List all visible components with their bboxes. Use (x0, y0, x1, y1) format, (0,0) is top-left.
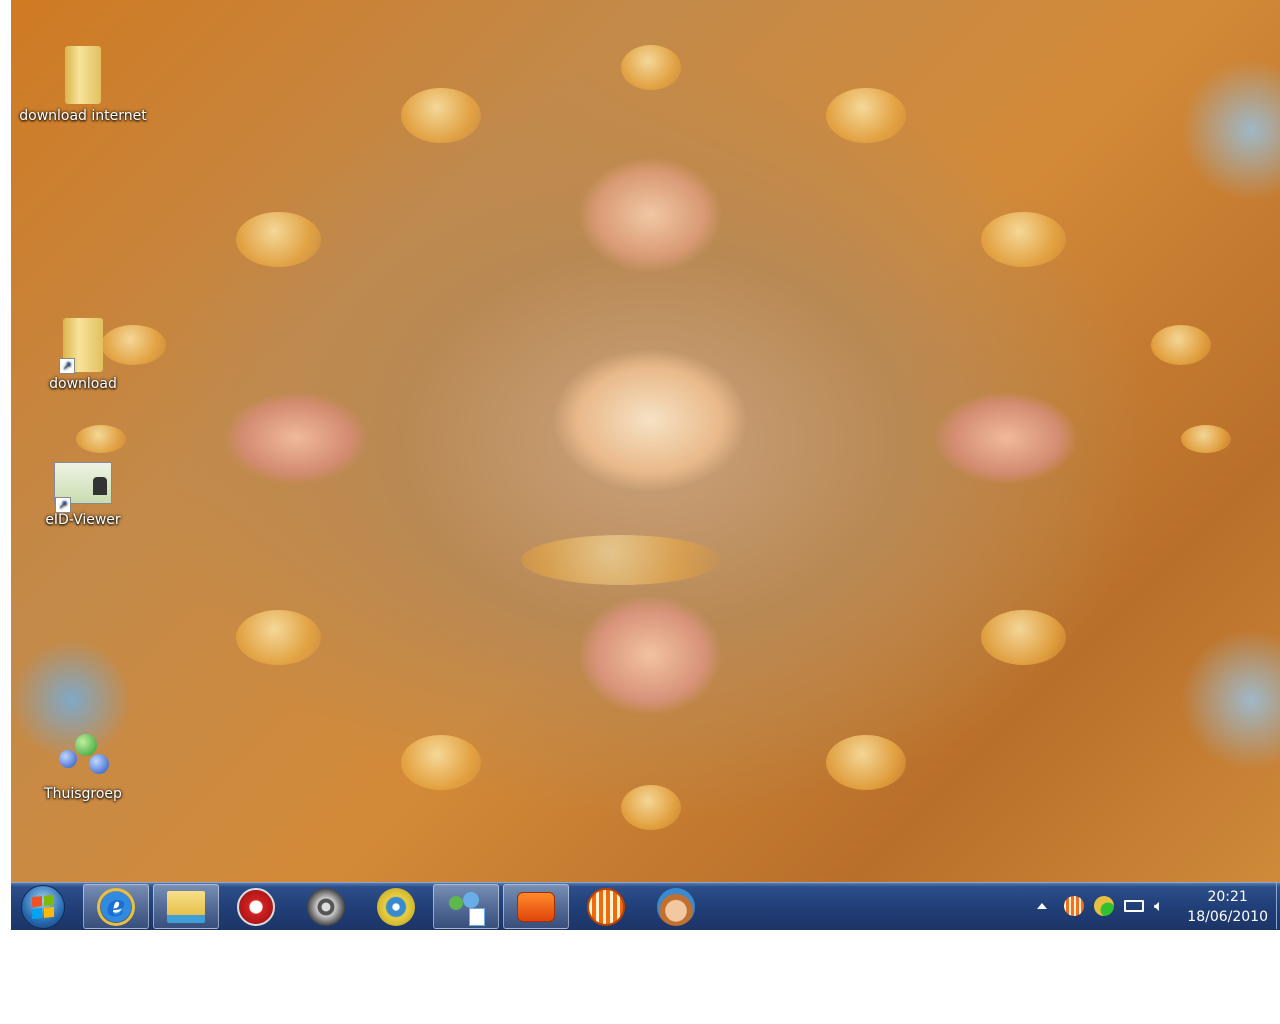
desktop-icon-thuisgroep[interactable]: Thuisgroep (13, 730, 153, 802)
desktop-icon-label: Thuisgroep (44, 786, 122, 802)
desktop-icon-label: eID-Viewer (45, 512, 121, 528)
envelope-icon (517, 891, 555, 922)
taskbar-button-video-editor[interactable] (293, 884, 359, 929)
clock-date: 18/06/2010 (1187, 909, 1268, 925)
folder-icon (167, 890, 205, 923)
messenger-icon (447, 890, 485, 926)
clock-time: 20:21 (1207, 889, 1248, 905)
taskbar: e 🔈︎ 20:21 18/06/2010 (11, 882, 1280, 930)
desktop-icon-eid-viewer[interactable]: ↗ eID-Viewer (13, 462, 153, 528)
desktop-icon-download-internet[interactable]: download internet (13, 46, 153, 124)
volume-icon[interactable]: 🔈︎ (1154, 896, 1174, 916)
orange-globe-icon (587, 887, 625, 926)
taskbar-button-messenger[interactable] (433, 884, 499, 929)
desktop-icon-label: download (49, 376, 117, 392)
network-icon[interactable] (1124, 900, 1144, 912)
tray-orange-app-icon[interactable] (1064, 896, 1084, 916)
windows-logo-icon (32, 894, 54, 920)
taskbar-button-orange-app[interactable] (573, 884, 639, 929)
shortcut-arrow-icon: ↗ (59, 358, 75, 374)
taskbar-button-mail[interactable] (503, 884, 569, 929)
taskbar-button-monkey-app[interactable] (643, 884, 709, 929)
monkey-icon (657, 887, 695, 926)
taskbar-button-media-sync[interactable] (363, 884, 429, 929)
taskbar-button-internet-explorer[interactable]: e (83, 884, 149, 929)
desktop-icon-download[interactable]: ↗ download (13, 318, 153, 392)
shortcut-arrow-icon: ↗ (55, 497, 71, 513)
start-button[interactable] (21, 885, 65, 929)
folder-icon (65, 46, 101, 104)
desktop-icon-label: download internet (19, 108, 147, 124)
folder-shortcut-icon: ↗ (59, 318, 103, 374)
flame-icon (237, 887, 275, 926)
show-desktop-button[interactable] (1276, 883, 1280, 929)
tray-security-icon[interactable] (1094, 896, 1114, 916)
eid-card-shortcut-icon: ↗ (54, 462, 112, 513)
homegroup-icon (59, 730, 109, 782)
ie-icon: e (97, 887, 135, 926)
disc-sync-icon (377, 887, 415, 926)
film-reel-icon (307, 887, 345, 926)
taskbar-button-windows-explorer[interactable] (153, 884, 219, 929)
show-hidden-icons-button[interactable] (1037, 903, 1047, 909)
desktop-wallpaper[interactable]: download internet ↗ download ↗ eID-Viewe… (11, 0, 1280, 882)
taskbar-button-nero[interactable] (223, 884, 289, 929)
clock[interactable]: 20:21 18/06/2010 (1187, 887, 1268, 927)
